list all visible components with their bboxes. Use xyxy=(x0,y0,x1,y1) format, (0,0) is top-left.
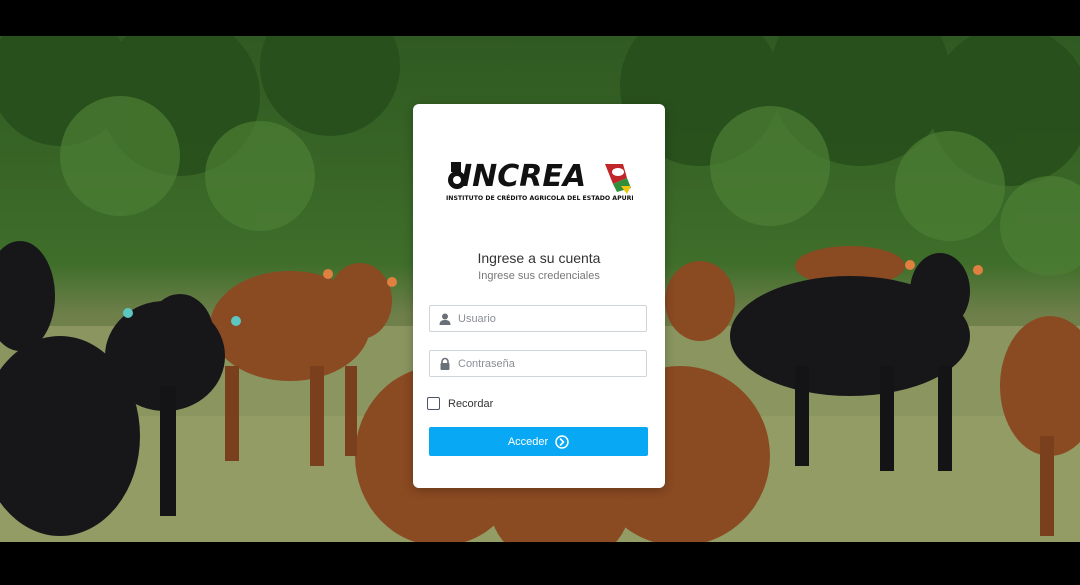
username-input[interactable] xyxy=(458,306,642,331)
submit-label: Acceder xyxy=(507,435,549,448)
login-card: INCREA INSTITUTO DE CRÉDITO AGRICOLA DEL… xyxy=(413,104,665,488)
login-title: Ingrese a su cuenta xyxy=(477,250,601,266)
increa-logo: INCREA INSTITUTO DE CRÉDITO AGRICOLA DEL… xyxy=(445,154,633,206)
cow-emblem-icon xyxy=(605,164,631,194)
user-icon xyxy=(439,313,451,325)
remember-row[interactable]: Recordar xyxy=(427,396,493,411)
username-field[interactable] xyxy=(429,305,647,332)
submit-button[interactable]: Acceder xyxy=(429,427,648,456)
svg-text:INSTITUTO DE CRÉDITO AGRICOLA: INSTITUTO DE CRÉDITO AGRICOLA DEL ESTADO… xyxy=(446,193,633,202)
arrow-circle-right-icon xyxy=(555,434,569,449)
password-input[interactable] xyxy=(458,351,642,376)
remember-checkbox[interactable] xyxy=(427,397,440,410)
background-photo: INCREA INSTITUTO DE CRÉDITO AGRICOLA DEL… xyxy=(0,36,1080,542)
remember-label[interactable]: Recordar xyxy=(448,398,493,410)
svg-text:INCREA: INCREA xyxy=(461,159,586,194)
password-field[interactable] xyxy=(429,350,647,377)
lock-icon xyxy=(440,357,450,370)
login-subtitle: Ingrese sus credenciales xyxy=(478,270,600,282)
